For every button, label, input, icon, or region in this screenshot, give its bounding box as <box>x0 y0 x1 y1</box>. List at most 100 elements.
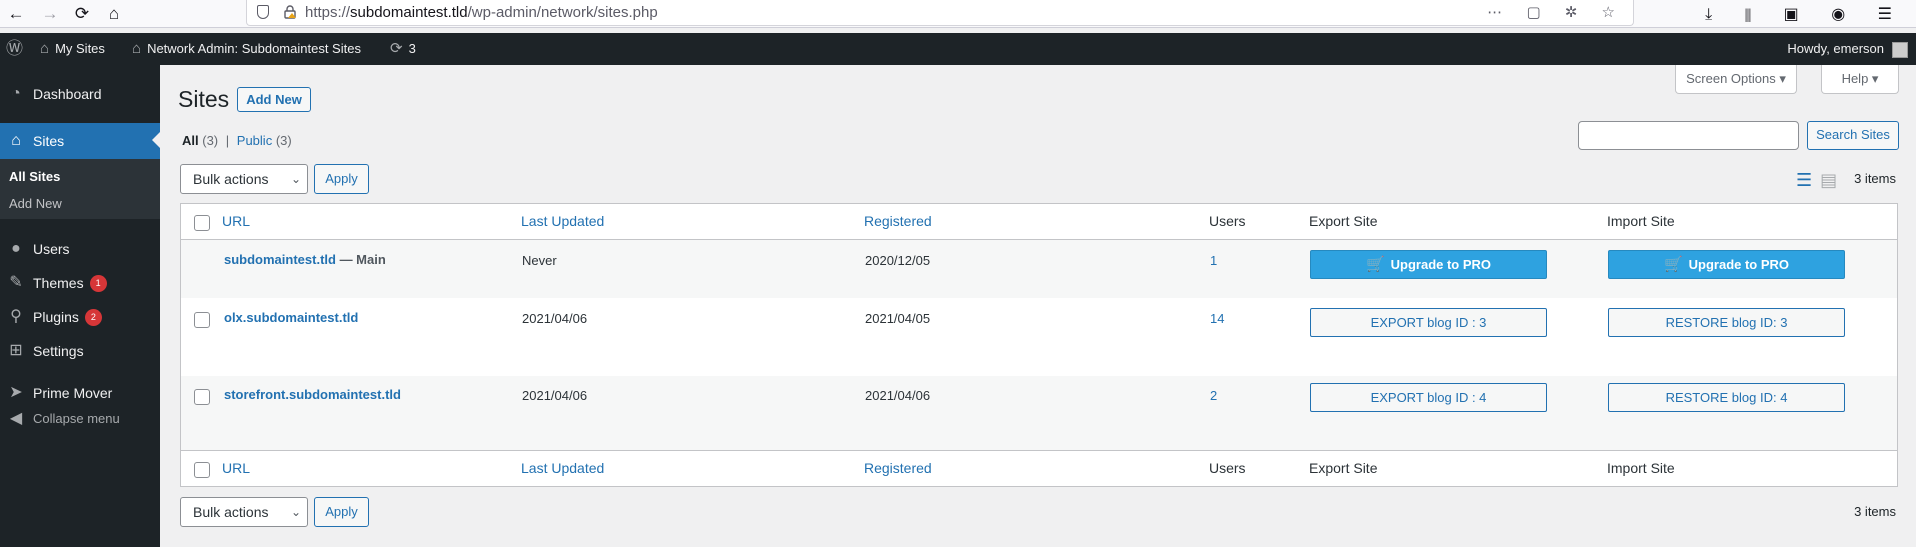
users-count-link[interactable]: 1 <box>1210 253 1217 268</box>
themes-update-badge: 1 <box>89 275 107 292</box>
restore-blog-button[interactable]: RESTORE blog ID: 4 <box>1608 383 1845 412</box>
chevron-down-icon: ⌄ <box>290 172 301 186</box>
url-text[interactable]: https://subdomaintest.tld/wp-admin/netwo… <box>305 4 658 21</box>
home-icon[interactable]: ⌂ <box>102 2 126 26</box>
wordpress-logo-icon[interactable]: Ⓦ <box>6 33 23 65</box>
bulk-actions-select-top[interactable]: Bulk actions ⌄ <box>180 164 308 194</box>
select-all-checkbox[interactable] <box>194 215 210 231</box>
chevron-down-icon: ⌄ <box>290 505 301 519</box>
add-new-site-button[interactable]: Add New <box>237 87 311 112</box>
column-last-updated[interactable]: Last Updated <box>521 213 604 229</box>
footer-column-registered[interactable]: Registered <box>864 460 932 476</box>
admin-bar: Ⓦ ⌂ My Sites ⌂ Network Admin: Subdomaintes… <box>0 33 1916 65</box>
table-header: URL Last Updated Registered Users Export… <box>181 204 1897 240</box>
cart-icon: 🛒 <box>1365 256 1385 273</box>
browser-toolbar: ← → ⟳ ⌂ https://subdomaintest.tld/wp-adm… <box>0 0 1916 28</box>
url-bar[interactable]: https://subdomaintest.tld/wp-admin/netwo… <box>246 0 1634 26</box>
items-count-bottom: 3 items <box>1854 504 1896 519</box>
menu-item-settings[interactable]: ⊞ Settings <box>0 334 160 368</box>
export-blog-button[interactable]: EXPORT blog ID : 4 <box>1310 383 1547 412</box>
menu-item-dashboard[interactable]: ◔ Dashboard <box>0 77 160 111</box>
registered-value: 2020/12/05 <box>865 253 931 268</box>
submenu-all-sites[interactable]: All Sites <box>9 169 60 184</box>
search-sites-button[interactable]: Search Sites <box>1807 121 1899 150</box>
lock-icon[interactable] <box>283 5 297 19</box>
upgrade-to-pro-export-button[interactable]: 🛒 Upgrade to PRO <box>1310 250 1547 279</box>
network-admin-link[interactable]: ⌂ Network Admin: Subdomaintest Sites <box>132 33 361 65</box>
site-link[interactable]: subdomaintest.tld — Main <box>224 252 386 267</box>
updates-link[interactable]: ⟳ 3 <box>390 33 416 65</box>
plugins-icon: ⚲ <box>10 308 22 325</box>
column-url[interactable]: URL <box>222 213 250 229</box>
menu-item-themes[interactable]: ✎ Themes 1 <box>0 266 160 300</box>
apply-button-top[interactable]: Apply <box>314 164 369 194</box>
export-blog-button[interactable]: EXPORT blog ID : 3 <box>1310 308 1547 337</box>
list-view-icon[interactable]: ☰ <box>1796 170 1820 190</box>
bulk-actions-select-bottom[interactable]: Bulk actions ⌄ <box>180 497 308 527</box>
themes-icon: ✎ <box>9 274 23 291</box>
page-title: Sites <box>178 86 230 112</box>
submenu-add-new[interactable]: Add New <box>9 196 62 211</box>
help-button[interactable]: Help ▾ <box>1821 65 1899 94</box>
apply-button-bottom[interactable]: Apply <box>314 497 369 527</box>
dashboard-icon: ◔ <box>11 85 21 102</box>
column-export-site: Export Site <box>1309 213 1378 229</box>
status-filters: All (3) | Public (3) <box>182 133 292 148</box>
footer-column-users: Users <box>1209 460 1246 476</box>
avatar <box>1892 41 1908 58</box>
cart-icon: 🛒 <box>1663 256 1683 273</box>
settings-icon: ⊞ <box>9 342 23 359</box>
footer-column-url[interactable]: URL <box>222 460 250 476</box>
forward-icon[interactable]: → <box>38 2 62 26</box>
row-checkbox[interactable] <box>194 312 210 328</box>
row-checkbox[interactable] <box>194 389 210 405</box>
select-all-checkbox-footer[interactable] <box>194 462 210 478</box>
sites-table: URL Last Updated Registered Users Export… <box>180 203 1898 487</box>
last-updated-value: 2021/04/06 <box>522 388 588 403</box>
table-row: subdomaintest.tld — Main Never 2020/12/0… <box>181 240 1897 298</box>
users-icon: ● <box>11 240 21 257</box>
filter-public-count: (3) <box>275 133 292 148</box>
users-count-link[interactable]: 14 <box>1210 311 1224 326</box>
users-count-link[interactable]: 2 <box>1210 388 1217 403</box>
site-link[interactable]: olx.subdomaintest.tld <box>224 310 358 325</box>
table-row: storefront.subdomaintest.tld 2021/04/06 … <box>181 376 1897 451</box>
filter-public[interactable]: Public <box>237 133 272 148</box>
view-mode-switch: ☰▤ <box>1796 170 1845 191</box>
page-actions-icons[interactable]: ⋯ ▢ ✲ ☆ <box>1487 3 1625 21</box>
footer-column-last-updated[interactable]: Last Updated <box>521 460 604 476</box>
menu-item-plugins[interactable]: ⚲ Plugins 2 <box>0 300 160 334</box>
last-updated-value: 2021/04/06 <box>522 311 588 326</box>
sites-icon: ⌂ <box>11 132 21 149</box>
menu-item-users[interactable]: ● Users <box>0 232 160 266</box>
browser-tool-icons[interactable]: ⤓ ⦀ ▣ ◉ ☰ <box>1705 4 1906 24</box>
menu-item-sites[interactable]: ⌂ Sites <box>0 123 160 159</box>
home-icon: ⌂ <box>132 40 142 57</box>
registered-value: 2021/04/06 <box>865 388 931 403</box>
search-sites-input[interactable] <box>1578 121 1799 150</box>
account-menu[interactable]: Howdy, emerson <box>1787 33 1908 65</box>
back-icon[interactable]: ← <box>4 2 28 26</box>
items-count-top: 3 items <box>1854 171 1896 186</box>
reload-icon[interactable]: ⟳ <box>70 2 94 26</box>
filter-all[interactable]: All <box>182 133 199 148</box>
upgrade-to-pro-import-button[interactable]: 🛒 Upgrade to PRO <box>1608 250 1845 279</box>
admin-menu: ◔ Dashboard ⌂ Sites All Sites Add New ● … <box>0 65 160 547</box>
footer-column-export-site: Export Site <box>1309 460 1378 476</box>
column-import-site: Import Site <box>1607 213 1675 229</box>
excerpt-view-icon[interactable]: ▤ <box>1820 170 1845 190</box>
plugins-update-badge: 2 <box>84 309 102 326</box>
last-updated-value: Never <box>522 253 557 268</box>
filter-all-count: (3) <box>202 133 219 148</box>
collapse-menu-button[interactable]: ◀ Collapse menu <box>0 402 160 436</box>
tracking-shield-icon[interactable] <box>257 5 269 19</box>
column-registered[interactable]: Registered <box>864 213 932 229</box>
sites-submenu: All Sites Add New <box>0 159 160 219</box>
my-sites-link[interactable]: ⌂ My Sites <box>40 33 105 65</box>
site-link[interactable]: storefront.subdomaintest.tld <box>224 387 401 402</box>
registered-value: 2021/04/05 <box>865 311 931 326</box>
column-users: Users <box>1209 213 1246 229</box>
updates-icon: ⟳ <box>390 40 403 57</box>
screen-options-button[interactable]: Screen Options ▾ <box>1675 65 1797 94</box>
restore-blog-button[interactable]: RESTORE blog ID: 3 <box>1608 308 1845 337</box>
